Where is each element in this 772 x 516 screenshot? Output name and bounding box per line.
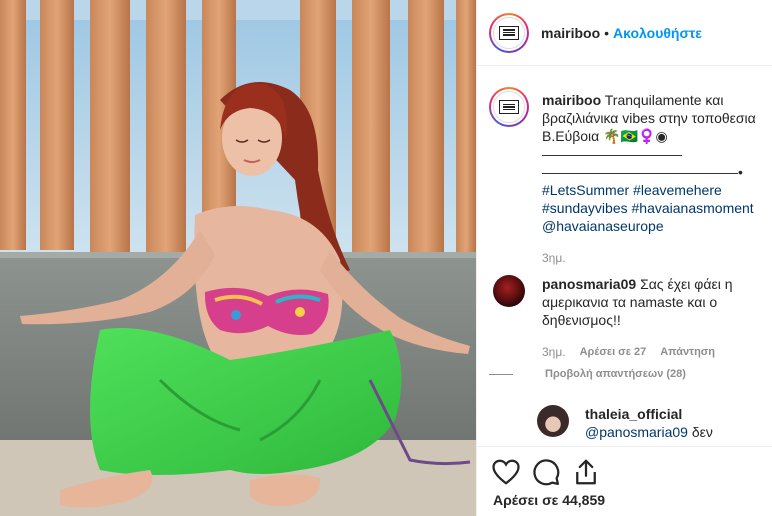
comment-icon[interactable] xyxy=(531,457,561,487)
logo-icon xyxy=(499,100,519,114)
avatar[interactable] xyxy=(537,405,569,437)
hashtag[interactable]: #LetsSummer xyxy=(542,182,629,198)
hashtag[interactable]: #havaianasmoment xyxy=(632,200,754,216)
follow-button[interactable]: Ακολουθήστε xyxy=(613,25,702,41)
logo-icon xyxy=(499,25,519,40)
heart-icon[interactable] xyxy=(491,457,521,487)
comment-meta: 3ημ. Αρέσει σε 27 Απάντηση xyxy=(542,343,767,361)
comment-time[interactable]: 3ημ. xyxy=(542,343,566,361)
avatar[interactable] xyxy=(493,275,525,307)
view-replies-button[interactable]: Προβολή απαντήσεων (28) xyxy=(545,365,686,383)
action-bar: Αρέσει σε 44,859 xyxy=(477,446,772,516)
avatar xyxy=(493,91,525,123)
caption-divider-1: —————————— xyxy=(542,146,682,162)
caption-avatar-ring[interactable] xyxy=(489,87,529,127)
post-sidebar: mairiboo • Ακολουθήστε mairiboo Tranquil… xyxy=(476,0,772,516)
replies-line xyxy=(489,373,513,375)
separator-dot: • xyxy=(604,24,610,41)
header-username[interactable]: mairiboo xyxy=(541,25,600,41)
share-icon[interactable] xyxy=(571,457,601,487)
post-header: mairiboo • Ακολουθήστε xyxy=(477,0,772,66)
mention[interactable]: @panosmaria09 xyxy=(585,424,688,440)
comments-panel[interactable]: mairiboo Tranquilamente και βραζιλιάνικα… xyxy=(477,67,772,445)
comment-likes[interactable]: Αρέσει σε 27 xyxy=(580,343,647,361)
instagram-post: mairiboo • Ακολουθήστε mairiboo Tranquil… xyxy=(0,0,772,516)
comment-username[interactable]: panosmaria09 xyxy=(542,276,636,292)
hashtag[interactable]: #sundayvibes xyxy=(542,200,628,216)
photo-illustration xyxy=(0,0,476,516)
reply-body: δεν xyxy=(691,424,713,440)
view-replies-row: Προβολή απαντήσεων (28) xyxy=(489,365,767,383)
caption-time[interactable]: 3ημ. xyxy=(542,249,767,267)
avatar[interactable] xyxy=(493,16,525,49)
caption-username[interactable]: mairiboo xyxy=(542,92,601,108)
reply-button[interactable]: Απάντηση xyxy=(660,343,715,361)
caption-hashtags: #LetsSummer #leavemehere #sundayvibes #h… xyxy=(542,181,767,235)
post-photo[interactable] xyxy=(0,0,476,516)
hashtag[interactable]: #leavemehere xyxy=(633,182,722,198)
likes-count[interactable]: Αρέσει σε 44,859 xyxy=(493,492,605,508)
story-ring[interactable] xyxy=(489,12,529,53)
comment-text: panosmaria09 Σας έχει φάει η αμερικανια … xyxy=(542,275,767,329)
mention[interactable]: @havaianaseurope xyxy=(542,218,664,234)
reply-username[interactable]: thaleia_official xyxy=(585,405,765,423)
caption-divider-2: ——————————————• xyxy=(542,164,743,180)
caption-text: mairiboo Tranquilamente και βραζιλιάνικα… xyxy=(542,91,767,145)
